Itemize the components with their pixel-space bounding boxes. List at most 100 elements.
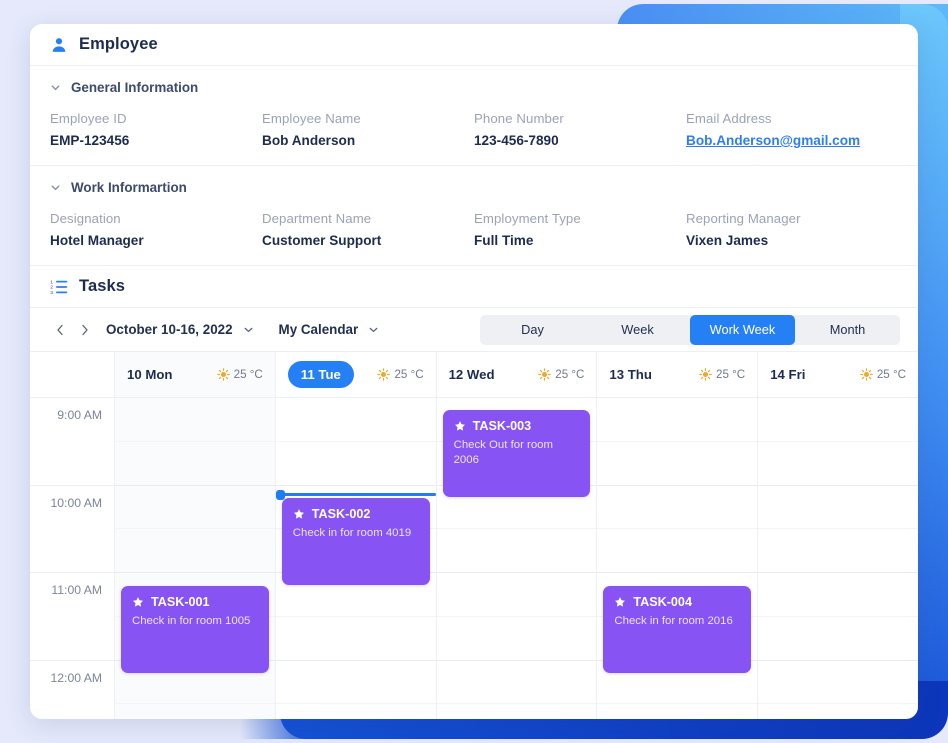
weather: 25 °C (216, 368, 263, 381)
email-link[interactable]: Bob.Anderson@gmail.com (686, 133, 898, 148)
half-hour-cell[interactable] (115, 486, 275, 530)
sun-icon (377, 368, 391, 381)
date-range-label: October 10-16, 2022 (106, 322, 233, 337)
section-general-header[interactable]: General Information (50, 70, 898, 104)
half-hour-cell[interactable] (758, 617, 918, 661)
view-button-day[interactable]: Day (480, 315, 585, 345)
section-work-information: Work Informartion Designation Hotel Mana… (30, 166, 918, 266)
section-general-label: General Information (71, 79, 199, 95)
half-hour-cell[interactable] (758, 486, 918, 530)
event-description: Check in for room 1005 (132, 615, 251, 627)
half-hour-cell[interactable] (758, 529, 918, 573)
day-header-11-tue[interactable]: 11 Tue 25 °C (276, 352, 437, 397)
event-header: TASK-004 (614, 595, 740, 609)
half-hour-cell[interactable] (597, 486, 758, 530)
weather: 25 °C (699, 368, 745, 381)
day-label-today: 11 Tue (287, 361, 354, 388)
day-header-12-wed[interactable]: 12 Wed 25 °C (437, 352, 598, 397)
weather: 25 °C (377, 368, 424, 381)
day-column-12-wed[interactable]: TASK-003 Check Out for room 2006 (436, 398, 598, 719)
half-hour-cell[interactable] (115, 529, 275, 573)
field-label: Employment Type (474, 211, 581, 226)
day-column-14-fri[interactable] (758, 398, 918, 719)
half-hour-cell[interactable] (275, 617, 436, 661)
field-label: Designation (50, 211, 121, 226)
time-label: 9:00 AM (57, 408, 102, 422)
weather: 25 °C (538, 368, 584, 381)
time-slot: 11:00 AM (30, 573, 114, 661)
field-value: Full Time (474, 233, 534, 248)
date-range-chevron-down-icon[interactable] (244, 327, 253, 333)
page-title: Employee (79, 35, 158, 53)
field-value: Hotel Manager (50, 233, 144, 248)
tasks-title: Tasks (79, 277, 126, 295)
field-value: 123-456-7890 (474, 133, 559, 148)
day-header-14-fri[interactable]: 14 Fri 25 °C (758, 352, 918, 397)
half-hour-cell[interactable] (597, 398, 758, 442)
field-label: Phone Number (474, 111, 564, 126)
half-hour-cell[interactable] (275, 398, 436, 442)
event-task-003[interactable]: TASK-003 Check Out for room 2006 (442, 410, 591, 497)
sun-icon (538, 368, 552, 381)
field-employee-id: Employee ID EMP-123456 (50, 111, 262, 148)
half-hour-cell[interactable] (758, 704, 918, 719)
day-column-11-tue[interactable]: TASK-002 Check in for room 4019 (275, 398, 437, 719)
field-employment-type: Employment Type Full Time (474, 211, 686, 248)
half-hour-cell[interactable] (437, 704, 597, 719)
calendar-header-gutter (30, 352, 115, 397)
section-work-label: Work Informartion (71, 179, 187, 195)
view-button-work-week[interactable]: Work Week (690, 314, 795, 345)
half-hour-cell[interactable] (597, 442, 758, 486)
half-hour-cell[interactable] (597, 704, 757, 719)
day-column-10-mon[interactable]: TASK-001 Check in for room 1005 (115, 398, 276, 719)
day-label: 13 Thu (609, 367, 652, 382)
field-label: Employee Name (262, 111, 361, 126)
half-hour-cell[interactable] (436, 573, 597, 617)
half-hour-cell[interactable] (758, 398, 918, 442)
view-button-month[interactable]: Month (795, 315, 900, 345)
temperature-label: 25 °C (233, 368, 263, 381)
previous-week-button[interactable] (48, 318, 72, 342)
view-button-week[interactable]: Week (585, 315, 690, 345)
calendar-select-chevron-down-icon[interactable] (369, 327, 378, 333)
half-hour-cell[interactable] (597, 529, 758, 573)
field-designation: Designation Hotel Manager (50, 211, 262, 248)
day-header-13-thu[interactable]: 13 Thu 25 °C (597, 352, 759, 397)
temperature-label: 25 °C (876, 368, 906, 381)
half-hour-cell[interactable] (275, 442, 436, 486)
field-label: Reporting Manager (686, 211, 801, 226)
day-column-13-thu[interactable]: TASK-004 Check in for room 2016 (597, 398, 759, 719)
event-header: TASK-003 (454, 419, 580, 433)
half-hour-cell[interactable] (436, 529, 597, 573)
star-icon (133, 597, 143, 607)
calendar-select-label[interactable]: My Calendar (279, 322, 359, 337)
event-task-002[interactable]: TASK-002 Check in for room 4019 (281, 498, 430, 585)
temperature-label: 25 °C (716, 368, 746, 381)
event-id: TASK-002 (311, 507, 371, 521)
half-hour-cell[interactable] (758, 442, 918, 486)
event-task-004[interactable]: TASK-004 Check in for room 2016 (603, 586, 752, 673)
event-id: TASK-003 (472, 419, 532, 433)
field-email-address: Email Address Bob.Anderson@gmail.com (686, 111, 898, 148)
half-hour-cell[interactable] (115, 704, 275, 719)
half-hour-cell[interactable] (436, 661, 597, 705)
event-task-001[interactable]: TASK-001 Check in for room 1005 (121, 586, 269, 673)
section-work-header[interactable]: Work Informartion (50, 170, 898, 204)
half-hour-cell[interactable] (115, 398, 275, 442)
employee-detail-card: Employee General Information Employee ID… (30, 24, 918, 719)
half-hour-cell[interactable] (758, 661, 918, 705)
view-switch: Day Week Work Week Month (480, 314, 900, 345)
half-hour-cell[interactable] (115, 442, 275, 486)
field-label: Employee ID (50, 111, 127, 126)
calendar: 10 Mon 25 °C 11 Tue 25 °C 12 Wed 25 °C 1… (30, 352, 918, 719)
half-hour-cell[interactable] (758, 573, 918, 617)
star-icon (615, 597, 626, 607)
field-label: Department Name (262, 211, 372, 226)
sun-icon (216, 368, 230, 381)
half-hour-cell[interactable] (276, 704, 436, 719)
half-hour-cell[interactable] (275, 661, 436, 705)
half-hour-cell[interactable] (436, 617, 597, 661)
svg-text:2: 2 (50, 284, 53, 289)
next-week-button[interactable] (72, 318, 96, 342)
day-header-10-mon[interactable]: 10 Mon 25 °C (115, 352, 276, 397)
